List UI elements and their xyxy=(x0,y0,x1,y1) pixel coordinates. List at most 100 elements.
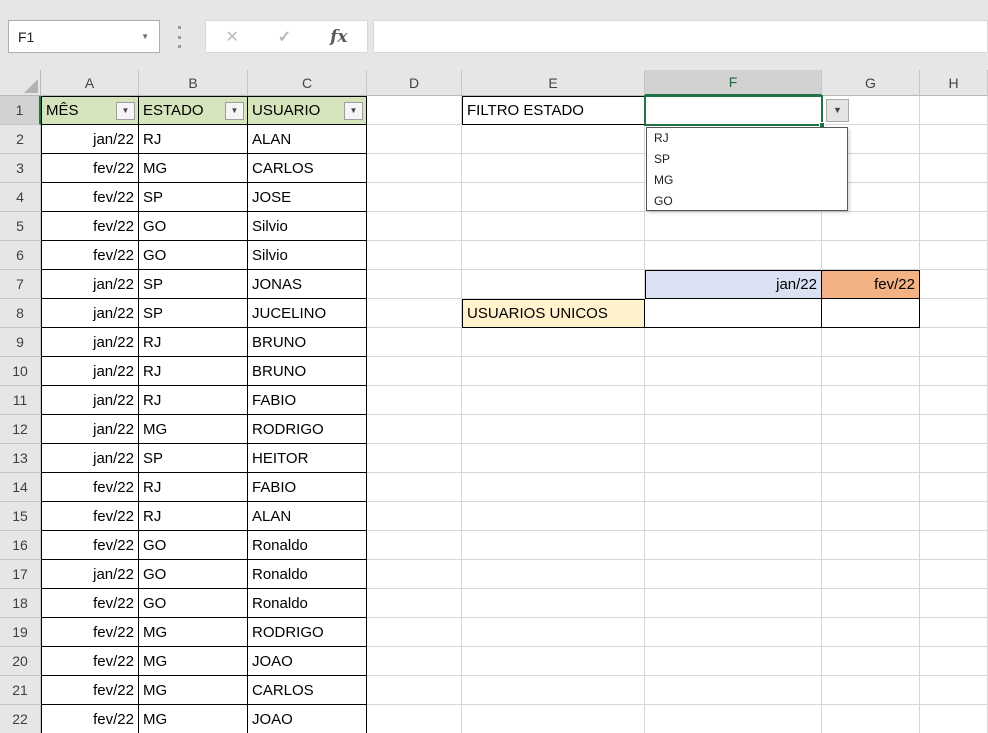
cell-A10[interactable]: jan/22 xyxy=(41,357,139,386)
cell-D17[interactable] xyxy=(367,560,462,589)
cell-F7[interactable]: jan/22 xyxy=(645,270,822,299)
cell-F9[interactable] xyxy=(645,328,822,357)
cell-H20[interactable] xyxy=(920,647,988,676)
cell-B14[interactable]: RJ xyxy=(139,473,248,502)
cell-F13[interactable] xyxy=(645,444,822,473)
filter-button-estado[interactable]: ▼ xyxy=(225,101,244,120)
cell-B1[interactable]: ESTADO ▼ xyxy=(139,96,248,125)
cell-A1[interactable]: MÊS ▼ xyxy=(41,96,139,125)
cell-D5[interactable] xyxy=(367,212,462,241)
cell-B15[interactable]: RJ xyxy=(139,502,248,531)
cell-D11[interactable] xyxy=(367,386,462,415)
row-header-11[interactable]: 11 xyxy=(0,386,41,415)
cell-D8[interactable] xyxy=(367,299,462,328)
cell-G10[interactable] xyxy=(822,357,920,386)
cell-D21[interactable] xyxy=(367,676,462,705)
cell-B12[interactable]: MG xyxy=(139,415,248,444)
cell-F22[interactable] xyxy=(645,705,822,733)
cell-C18[interactable]: Ronaldo xyxy=(248,589,367,618)
cell-A19[interactable]: fev/22 xyxy=(41,618,139,647)
row-header-9[interactable]: 9 xyxy=(0,328,41,357)
cell-C21[interactable]: CARLOS xyxy=(248,676,367,705)
cell-D19[interactable] xyxy=(367,618,462,647)
cell-H2[interactable] xyxy=(920,125,988,154)
cell-E3[interactable] xyxy=(462,154,645,183)
cell-E1[interactable]: FILTRO ESTADO xyxy=(462,96,645,125)
cell-F14[interactable] xyxy=(645,473,822,502)
cell-F12[interactable] xyxy=(645,415,822,444)
row-header-3[interactable]: 3 xyxy=(0,154,41,183)
row-header-8[interactable]: 8 xyxy=(0,299,41,328)
cell-F21[interactable] xyxy=(645,676,822,705)
column-header-H[interactable]: H xyxy=(920,70,988,96)
cell-C22[interactable]: JOAO xyxy=(248,705,367,733)
cell-A9[interactable]: jan/22 xyxy=(41,328,139,357)
cell-E14[interactable] xyxy=(462,473,645,502)
cell-E6[interactable] xyxy=(462,241,645,270)
name-box[interactable]: F1 ▼ xyxy=(8,20,160,53)
row-header-1[interactable]: 1 xyxy=(0,96,41,125)
cell-H4[interactable] xyxy=(920,183,988,212)
cell-B10[interactable]: RJ xyxy=(139,357,248,386)
column-header-G[interactable]: G xyxy=(822,70,920,96)
cell-D1[interactable] xyxy=(367,96,462,125)
cell-G6[interactable] xyxy=(822,241,920,270)
cell-D16[interactable] xyxy=(367,531,462,560)
cell-B3[interactable]: MG xyxy=(139,154,248,183)
cell-E17[interactable] xyxy=(462,560,645,589)
dropdown-option-sp[interactable]: SP xyxy=(647,149,847,170)
cell-H16[interactable] xyxy=(920,531,988,560)
cell-B5[interactable]: GO xyxy=(139,212,248,241)
cell-A2[interactable]: jan/22 xyxy=(41,125,139,154)
cell-D12[interactable] xyxy=(367,415,462,444)
cell-H12[interactable] xyxy=(920,415,988,444)
formula-input[interactable] xyxy=(373,20,988,53)
cell-G11[interactable] xyxy=(822,386,920,415)
cell-E12[interactable] xyxy=(462,415,645,444)
cell-E16[interactable] xyxy=(462,531,645,560)
cell-B22[interactable]: MG xyxy=(139,705,248,733)
cell-H3[interactable] xyxy=(920,154,988,183)
cell-F19[interactable] xyxy=(645,618,822,647)
dropdown-option-rj[interactable]: RJ xyxy=(647,128,847,149)
cell-C19[interactable]: RODRIGO xyxy=(248,618,367,647)
cell-G17[interactable] xyxy=(822,560,920,589)
cell-F8[interactable] xyxy=(645,299,822,328)
dropdown-option-go[interactable]: GO xyxy=(647,191,847,212)
cell-D10[interactable] xyxy=(367,357,462,386)
cell-A12[interactable]: jan/22 xyxy=(41,415,139,444)
cell-G13[interactable] xyxy=(822,444,920,473)
row-header-12[interactable]: 12 xyxy=(0,415,41,444)
cell-C13[interactable]: HEITOR xyxy=(248,444,367,473)
cell-B4[interactable]: SP xyxy=(139,183,248,212)
cell-E9[interactable] xyxy=(462,328,645,357)
column-header-E[interactable]: E xyxy=(462,70,645,96)
cell-C14[interactable]: FABIO xyxy=(248,473,367,502)
cell-F18[interactable] xyxy=(645,589,822,618)
cell-D15[interactable] xyxy=(367,502,462,531)
cell-C10[interactable]: BRUNO xyxy=(248,357,367,386)
cell-D3[interactable] xyxy=(367,154,462,183)
cell-G22[interactable] xyxy=(822,705,920,733)
cell-B11[interactable]: RJ xyxy=(139,386,248,415)
row-header-7[interactable]: 7 xyxy=(0,270,41,299)
name-box-dropdown-icon[interactable]: ▼ xyxy=(141,32,159,41)
cell-B21[interactable]: MG xyxy=(139,676,248,705)
row-header-15[interactable]: 15 xyxy=(0,502,41,531)
cell-A17[interactable]: jan/22 xyxy=(41,560,139,589)
cell-F11[interactable] xyxy=(645,386,822,415)
cell-D6[interactable] xyxy=(367,241,462,270)
cancel-icon[interactable]: ✕ xyxy=(225,27,238,47)
row-header-4[interactable]: 4 xyxy=(0,183,41,212)
cell-D2[interactable] xyxy=(367,125,462,154)
cell-C4[interactable]: JOSE xyxy=(248,183,367,212)
cell-A7[interactable]: jan/22 xyxy=(41,270,139,299)
cell-A20[interactable]: fev/22 xyxy=(41,647,139,676)
row-header-5[interactable]: 5 xyxy=(0,212,41,241)
cell-E11[interactable] xyxy=(462,386,645,415)
cell-E21[interactable] xyxy=(462,676,645,705)
cell-H7[interactable] xyxy=(920,270,988,299)
row-header-19[interactable]: 19 xyxy=(0,618,41,647)
cell-F10[interactable] xyxy=(645,357,822,386)
cell-G18[interactable] xyxy=(822,589,920,618)
